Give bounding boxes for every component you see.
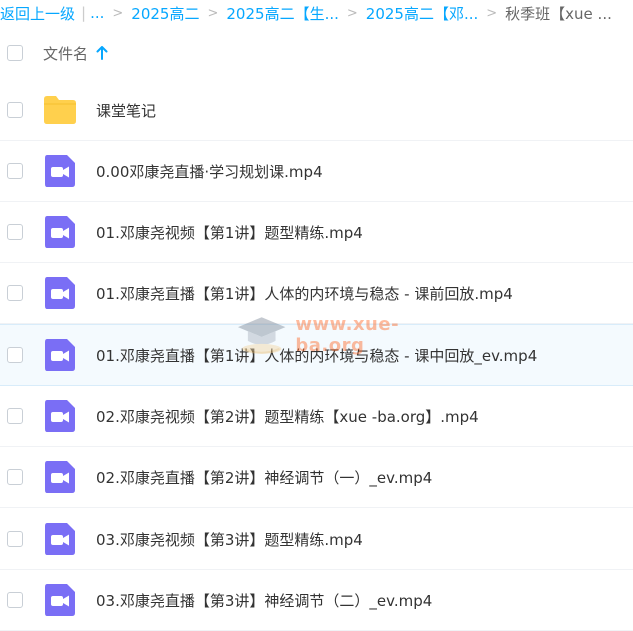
row-checkbox[interactable] xyxy=(7,531,23,547)
select-all-checkbox[interactable] xyxy=(7,45,23,61)
row-checkbox[interactable] xyxy=(7,408,23,424)
folder-icon xyxy=(44,96,76,124)
row-checkbox[interactable] xyxy=(7,163,23,179)
video-file-icon xyxy=(45,461,75,493)
breadcrumb: 返回上一级 | ... > 2025高二 > 2025高二【生... > 202… xyxy=(0,0,633,26)
breadcrumb-separator-icon: > xyxy=(346,5,358,21)
file-name[interactable]: 03.邓康尧直播【第3讲】神经调节（二）_ev.mp4 xyxy=(96,590,432,611)
column-filename-label: 文件名 xyxy=(43,44,89,63)
breadcrumb-item[interactable]: 2025高二【邓... xyxy=(366,3,478,24)
video-file-icon xyxy=(45,400,75,432)
breadcrumb-separator-icon: > xyxy=(486,5,498,21)
file-row[interactable]: 03.邓康尧视频【第3讲】题型精练.mp4 xyxy=(0,509,633,570)
file-name[interactable]: 课堂笔记 xyxy=(96,100,156,121)
row-checkbox[interactable] xyxy=(7,102,23,118)
file-row[interactable]: 01.邓康尧直播【第1讲】人体的内环境与稳态 - 课中回放_ev.mp4 xyxy=(0,324,633,386)
back-link[interactable]: 返回上一级 xyxy=(0,3,75,24)
file-row[interactable]: 0.00邓康尧直播·学习规划课.mp4 xyxy=(0,141,633,202)
file-name[interactable]: 03.邓康尧视频【第3讲】题型精练.mp4 xyxy=(96,529,363,550)
breadcrumb-divider: | xyxy=(81,4,87,22)
file-row[interactable]: 02.邓康尧视频【第2讲】题型精练【xue -ba.org】.mp4 xyxy=(0,386,633,447)
video-file-icon xyxy=(45,155,75,187)
row-checkbox[interactable] xyxy=(7,592,23,608)
file-row[interactable]: 课堂笔记 xyxy=(0,80,633,141)
file-name[interactable]: 0.00邓康尧直播·学习规划课.mp4 xyxy=(96,161,323,182)
breadcrumb-ellipsis[interactable]: ... xyxy=(90,4,104,22)
breadcrumb-current: 秋季班【xue ... xyxy=(505,4,612,23)
file-row[interactable]: 02.邓康尧直播【第2讲】神经调节（一）_ev.mp4 xyxy=(0,447,633,508)
arrow-up-icon[interactable] xyxy=(96,46,108,60)
row-checkbox[interactable] xyxy=(7,285,23,301)
file-name[interactable]: 02.邓康尧视频【第2讲】题型精练【xue -ba.org】.mp4 xyxy=(96,406,479,427)
file-name[interactable]: 01.邓康尧视频【第1讲】题型精练.mp4 xyxy=(96,222,363,243)
breadcrumb-item[interactable]: 2025高二 xyxy=(131,3,199,24)
column-filename[interactable]: 文件名 xyxy=(43,43,108,64)
breadcrumb-separator-icon: > xyxy=(207,5,219,21)
breadcrumb-separator-icon: > xyxy=(112,5,124,21)
file-name[interactable]: 01.邓康尧直播【第1讲】人体的内环境与稳态 - 课前回放.mp4 xyxy=(96,283,513,304)
file-name[interactable]: 01.邓康尧直播【第1讲】人体的内环境与稳态 - 课中回放_ev.mp4 xyxy=(96,345,537,366)
row-checkbox[interactable] xyxy=(7,224,23,240)
breadcrumb-item[interactable]: 2025高二【生... xyxy=(226,3,338,24)
row-checkbox[interactable] xyxy=(7,347,23,363)
file-list-header: 文件名 xyxy=(0,26,633,81)
video-file-icon xyxy=(45,523,75,555)
file-row[interactable]: 01.邓康尧视频【第1讲】题型精练.mp4 xyxy=(0,202,633,263)
video-file-icon xyxy=(45,216,75,248)
video-file-icon xyxy=(45,339,75,371)
row-checkbox[interactable] xyxy=(7,469,23,485)
video-file-icon xyxy=(45,584,75,616)
file-name[interactable]: 02.邓康尧直播【第2讲】神经调节（一）_ev.mp4 xyxy=(96,467,432,488)
video-file-icon xyxy=(45,277,75,309)
file-row[interactable]: 03.邓康尧直播【第3讲】神经调节（二）_ev.mp4 xyxy=(0,570,633,631)
file-row[interactable]: 01.邓康尧直播【第1讲】人体的内环境与稳态 - 课前回放.mp4 xyxy=(0,263,633,324)
